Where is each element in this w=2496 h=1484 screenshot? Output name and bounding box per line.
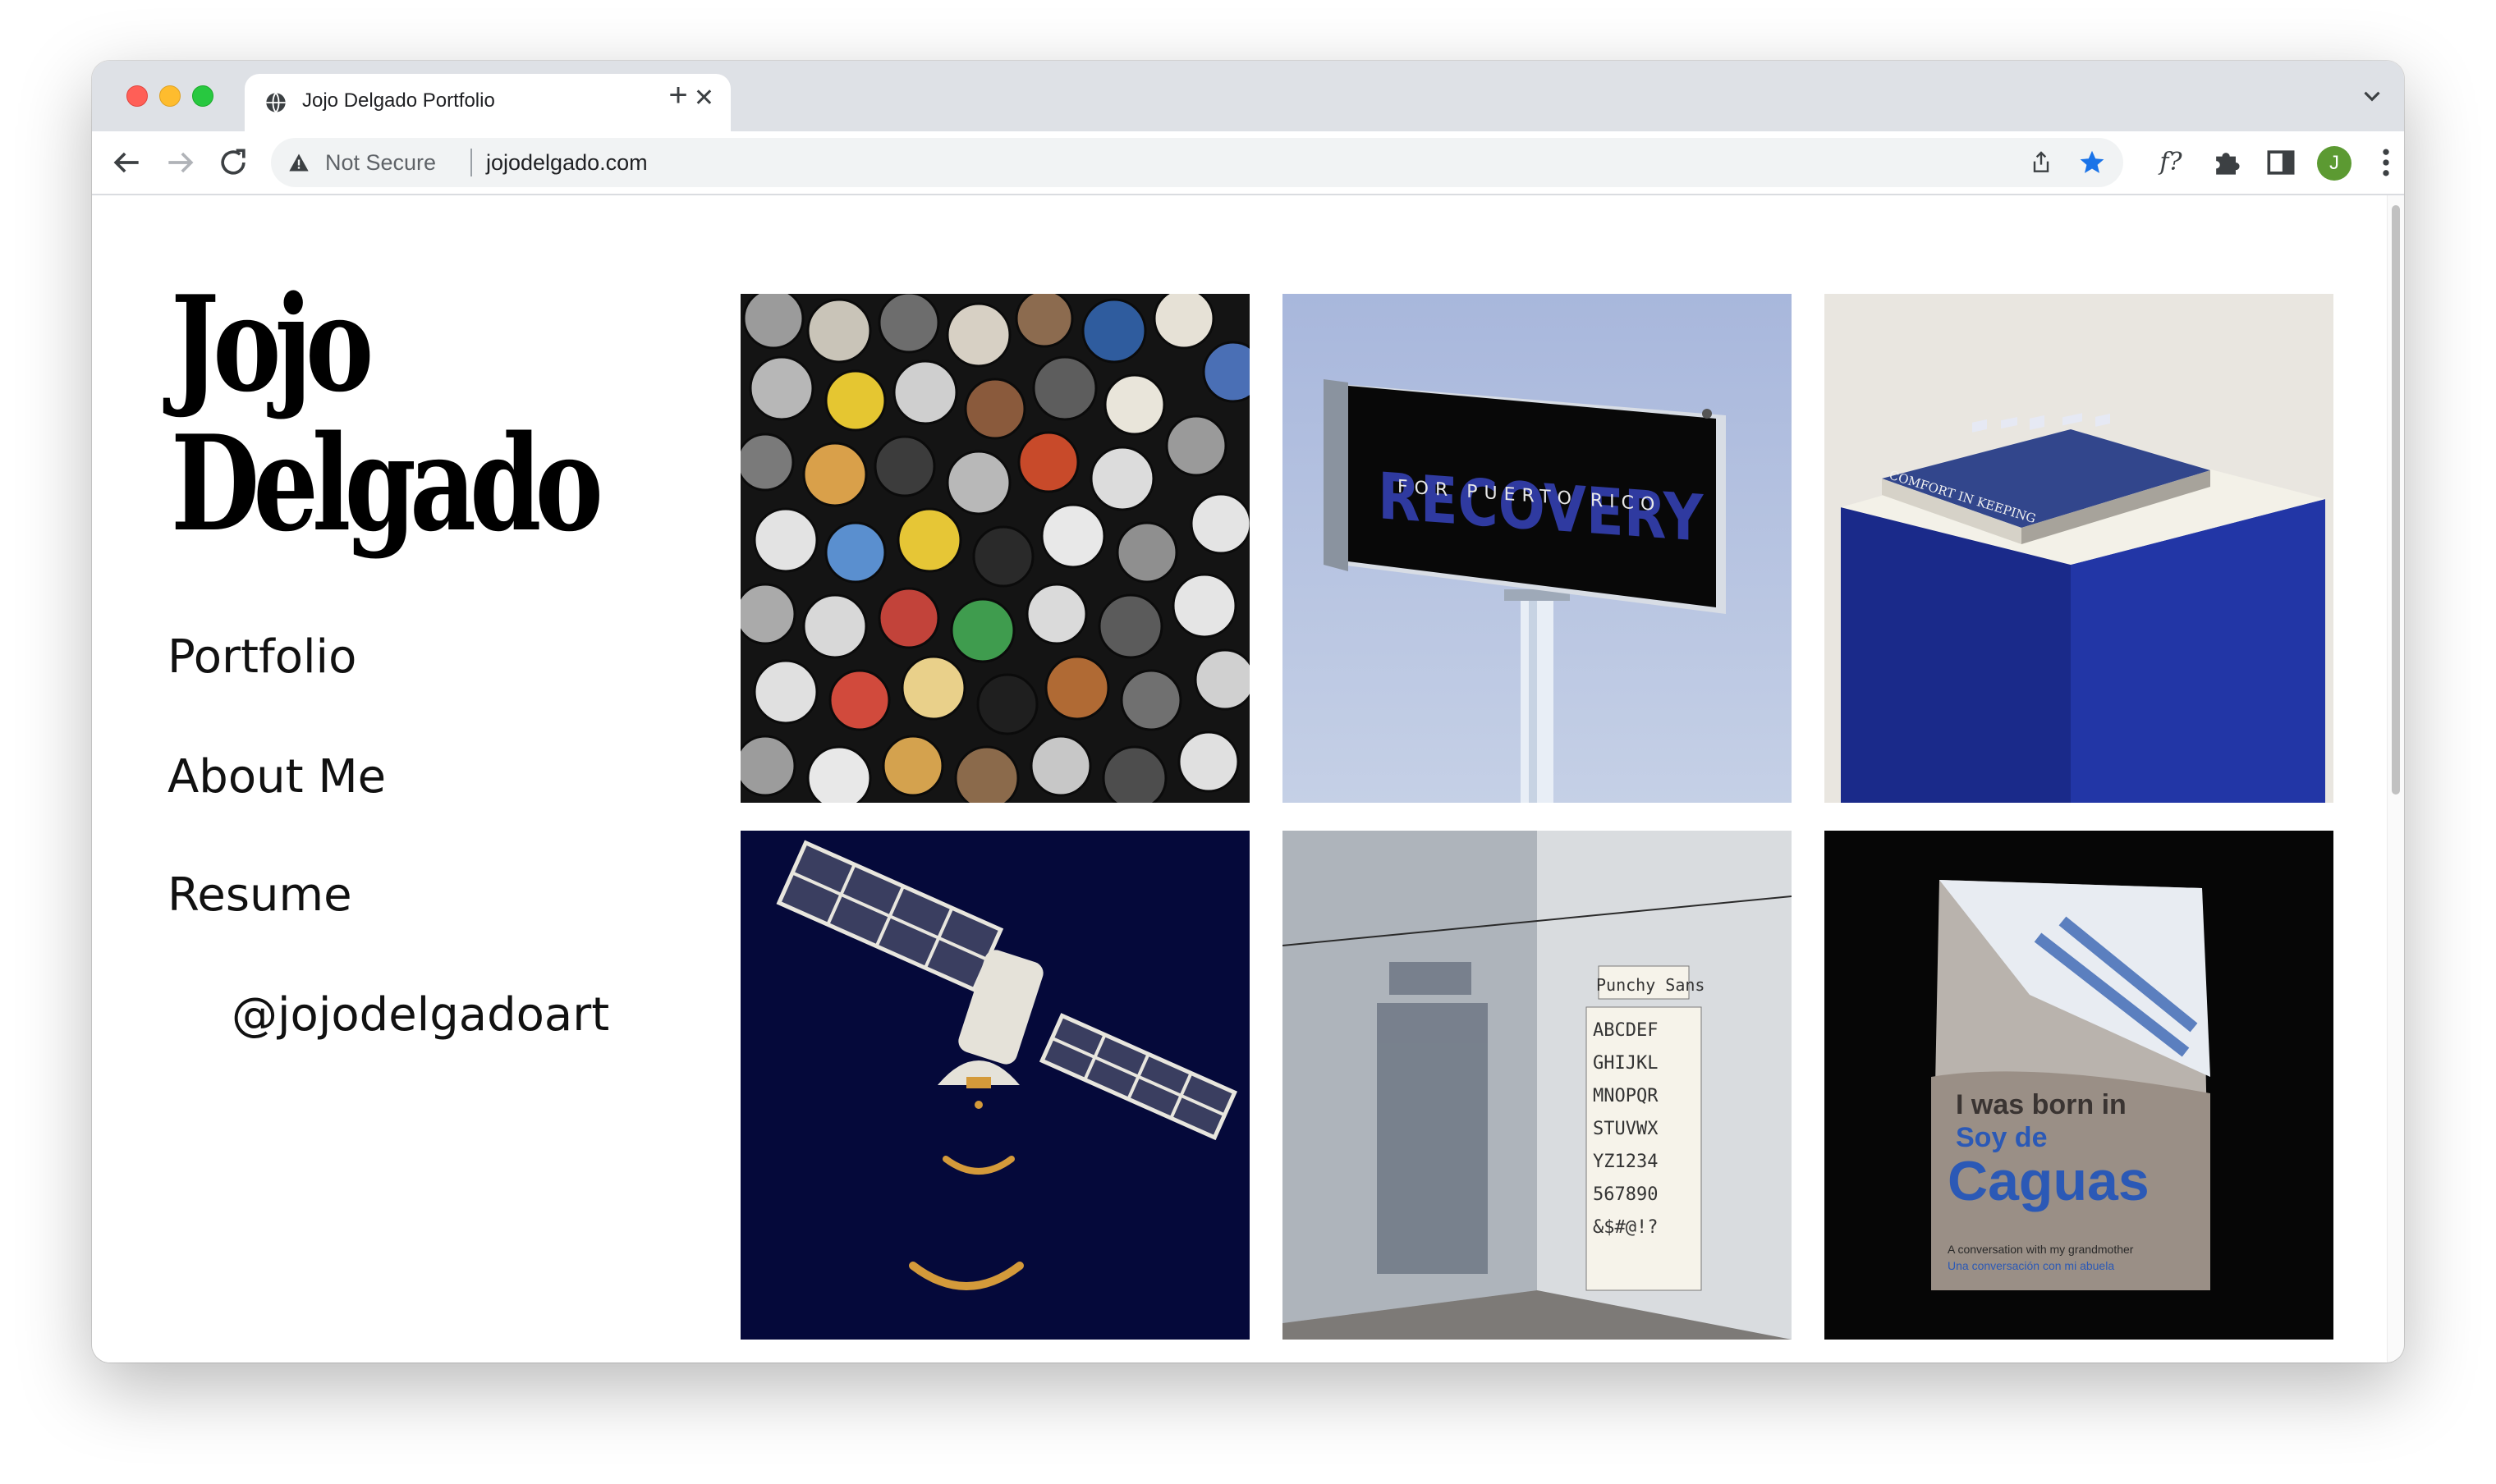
- profile-avatar[interactable]: J: [2317, 146, 2351, 181]
- svg-text:STUVWX: STUVWX: [1593, 1119, 1659, 1139]
- star-icon[interactable]: [2077, 148, 2107, 177]
- nav-instagram-link[interactable]: @jojodelgadoart: [232, 988, 609, 1042]
- site-logo[interactable]: Jojo Delgado: [171, 274, 680, 553]
- window-close-button[interactable]: [126, 85, 148, 107]
- page-viewport: Jojo Delgado Portfolio About Me Resume @…: [92, 195, 2388, 1363]
- gallery-tile-satellite[interactable]: [741, 831, 1250, 1340]
- book-text-3: Caguas: [1948, 1150, 2150, 1212]
- security-label[interactable]: Not Secure: [325, 150, 436, 176]
- billboard-image: RECOVERY FOR PUERTO RICO: [1282, 294, 1792, 803]
- specimen-text: Punchy Sans: [1596, 975, 1705, 995]
- svg-text:YZ1234: YZ1234: [1593, 1152, 1658, 1172]
- book-text-5: Una conversación con mi abuela: [1948, 1259, 2114, 1272]
- book-text-1: I was born in: [1956, 1089, 2127, 1120]
- logo-line-2: Delgado: [171, 406, 603, 561]
- nav-about-link[interactable]: About Me: [167, 750, 386, 804]
- browser-toolbar: Not Secure jojodelgado.com f? J: [92, 131, 2404, 195]
- svg-text:MNOPQR: MNOPQR: [1593, 1086, 1659, 1106]
- side-panel-icon[interactable]: [2263, 144, 2299, 181]
- satellite-illustration: [741, 831, 1250, 1340]
- share-icon[interactable]: [2028, 149, 2054, 176]
- hanging-type-image: Punchy Sans ABCDEF GHIJKL MNOPQR STUVWX YZ…: [1282, 831, 1792, 1340]
- omnibox-divider: [470, 149, 472, 176]
- puzzle-icon[interactable]: [2209, 144, 2245, 181]
- svg-text:ABCDEF: ABCDEF: [1593, 1020, 1658, 1041]
- caguas-book-image: I was born in Soy de Caguas A conversati…: [1824, 831, 2333, 1340]
- reload-icon[interactable]: [215, 144, 251, 181]
- warning-icon: [289, 153, 309, 172]
- gallery-tile-billboard[interactable]: RECOVERY FOR PUERTO RICO: [1282, 294, 1792, 803]
- address-bar[interactable]: Not Secure jojodelgado.com: [271, 138, 2123, 187]
- tab-title: Jojo Delgado Portfolio: [302, 89, 495, 112]
- gallery-tile-books[interactable]: COMFORT IN KEEPING: [1824, 294, 2333, 803]
- new-tab-button[interactable]: +: [658, 79, 698, 112]
- browser-window: Jojo Delgado Portfolio ✕ + Not Secure jo…: [92, 61, 2404, 1363]
- kebab-menu-icon[interactable]: [2368, 144, 2404, 181]
- gallery-tile-buttons[interactable]: [741, 294, 1250, 803]
- forward-icon[interactable]: [163, 144, 199, 181]
- gallery-tile-caguas-book[interactable]: I was born in Soy de Caguas A conversati…: [1824, 831, 2333, 1340]
- svg-text:567890: 567890: [1593, 1184, 1658, 1205]
- book-text-2: Soy de: [1956, 1122, 2047, 1153]
- tab-strip: Jojo Delgado Portfolio ✕ +: [92, 61, 2404, 131]
- buttons-collage-image: [741, 294, 1250, 803]
- url-text[interactable]: jojodelgado.com: [486, 150, 648, 176]
- logo-line-1: Jojo: [171, 267, 374, 421]
- gallery-tile-type-specimen[interactable]: Punchy Sans ABCDEF GHIJKL MNOPQR STUVWX YZ…: [1282, 831, 1792, 1340]
- book-text-4: A conversation with my grandmother: [1948, 1243, 2134, 1256]
- globe-icon: [266, 92, 286, 113]
- tab-search-icon[interactable]: [2358, 82, 2386, 110]
- nav-portfolio-link[interactable]: Portfolio: [167, 630, 356, 684]
- window-minimize-button[interactable]: [159, 85, 181, 107]
- svg-text:&$#@!?: &$#@!?: [1593, 1217, 1658, 1238]
- scrollbar-thumb[interactable]: [2392, 205, 2400, 795]
- window-maximize-button[interactable]: [192, 85, 213, 107]
- svg-text:GHIJKL: GHIJKL: [1593, 1053, 1658, 1074]
- back-icon[interactable]: [108, 144, 145, 181]
- page-scrollbar[interactable]: [2387, 195, 2404, 1363]
- books-pedestal-image: COMFORT IN KEEPING: [1824, 294, 2333, 803]
- font-extension-icon[interactable]: f?: [2153, 144, 2189, 181]
- nav-resume-link[interactable]: Resume: [167, 868, 352, 922]
